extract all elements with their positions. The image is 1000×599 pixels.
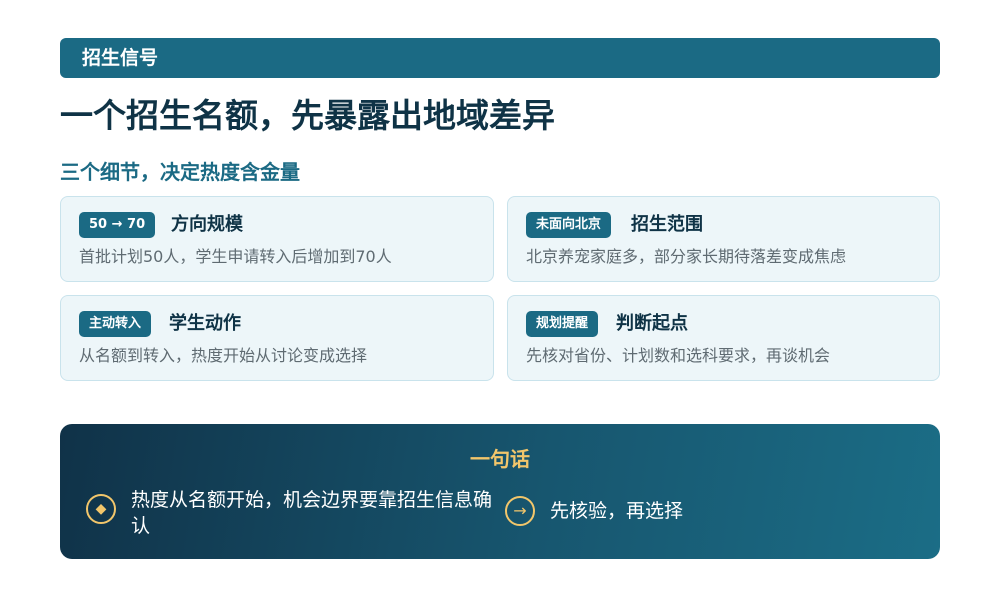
card-description: 首批计划50人，学生申请转入后增加到70人 — [79, 247, 392, 266]
detail-card-scope: 未面向北京 招生范围 北京养宠家庭多，部分家长期待落差变成焦虑 — [507, 196, 940, 282]
card-tag: 规划提醒 — [526, 311, 599, 337]
card-title: 判断起点 — [616, 313, 688, 334]
section-subtitle: 三个细节，决定热度含金量 — [60, 160, 300, 184]
summary-panel: 一句话 ◆ 热度从名额开始，机会边界要靠招生信息确认 → 先核验，再选择 — [60, 424, 940, 559]
card-title: 方向规模 — [171, 214, 243, 235]
page-title: 一个招生名额，先暴露出地域差异 — [60, 96, 555, 135]
arrow-right-icon: → — [505, 496, 535, 526]
card-title: 学生动作 — [169, 313, 241, 334]
card-description: 从名额到转入，热度开始从讨论变成选择 — [79, 346, 368, 365]
diamond-icon: ◆ — [86, 494, 116, 524]
page: 招生信号 一个招生名额，先暴露出地域差异 三个细节，决定热度含金量 50 → 7… — [0, 0, 1000, 599]
card-description: 北京养宠家庭多，部分家长期待落差变成焦虑 — [526, 247, 847, 266]
card-title: 招生范围 — [631, 214, 703, 235]
card-tag: 主动转入 — [79, 311, 152, 337]
card-tag: 50 → 70 — [79, 212, 156, 238]
detail-card-action: 主动转入 学生动作 从名额到转入，热度开始从讨论变成选择 — [60, 295, 494, 381]
section-banner: 招生信号 — [60, 38, 940, 78]
banner-label: 招生信号 — [82, 47, 159, 69]
card-tag: 未面向北京 — [526, 212, 612, 238]
summary-point-text: 先核验，再选择 — [550, 500, 684, 522]
card-description: 先核对省份、计划数和选科要求，再谈机会 — [526, 346, 831, 365]
detail-card-scale: 50 → 70 方向规模 首批计划50人，学生申请转入后增加到70人 — [60, 196, 494, 282]
detail-card-judgement: 规划提醒 判断起点 先核对省份、计划数和选科要求，再谈机会 — [507, 295, 940, 381]
summary-point-text: 热度从名额开始，机会边界要靠招生信息确认 — [131, 489, 493, 537]
summary-title: 一句话 — [470, 447, 530, 471]
